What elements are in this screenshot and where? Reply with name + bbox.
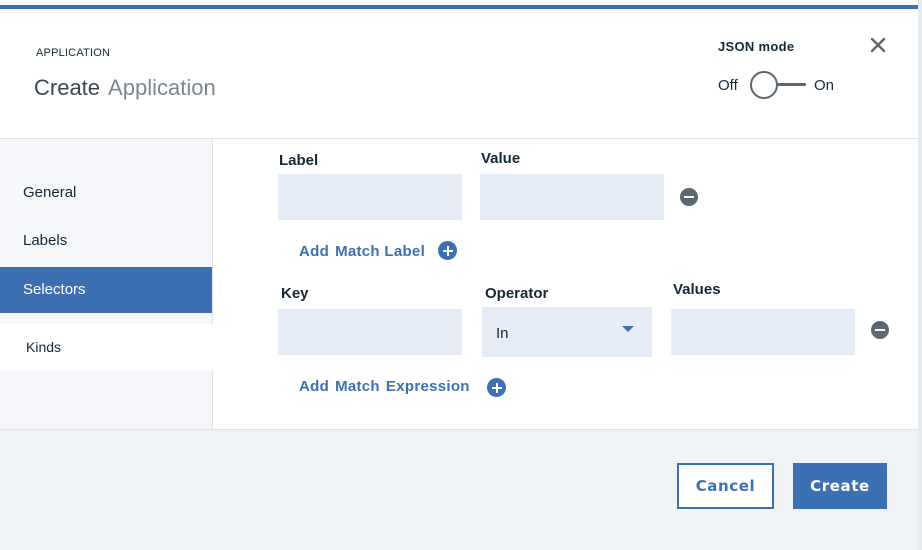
json-mode-label: JSON mode [718,39,795,54]
remove-expression-icon[interactable] [871,321,889,339]
toggle-knob [750,71,778,99]
title-create: Create [34,75,101,100]
sidebar-nav: General Labels Selectors Kinds [0,139,213,429]
remove-label-icon[interactable] [680,188,698,206]
close-icon[interactable] [868,35,888,55]
label-header: Label [279,152,319,169]
toggle-on-label: On [814,77,835,94]
modal-eyebrow: APPLICATION [36,47,111,59]
sidebar-item-general[interactable]: General [0,170,213,216]
chevron-down-icon [622,326,634,332]
match-label-words: Match Label [335,243,426,260]
label-input[interactable] [278,174,462,220]
add-word: Add [299,378,330,395]
key-input[interactable] [278,309,462,355]
values-header: Values [673,281,721,298]
toggle-off-label: Off [718,77,738,94]
operator-header: Operator [485,285,549,302]
modal-footer: Cancel Create [0,429,922,550]
expression-word: Expression [385,378,470,395]
sidebar-item-kinds[interactable]: Kinds [0,324,213,370]
key-header: Key [281,285,309,302]
add-word: Add [299,243,330,260]
selectors-panel: Label Value Add Match Label Key Operator … [214,139,922,429]
values-input[interactable] [671,309,855,355]
operator-value: In [496,325,509,342]
match-word: Match [335,378,380,395]
value-header: Value [481,150,521,167]
create-button[interactable]: Create [793,463,887,509]
add-match-expression-link[interactable]: Add Match Expression [299,378,470,395]
sidebar-item-labels[interactable]: Labels [0,218,213,264]
right-edge-divider [918,0,922,550]
modal-title: Create Application [34,75,216,101]
json-mode-toggle[interactable] [750,71,808,99]
top-accent-bar [0,0,922,9]
cancel-button[interactable]: Cancel [677,463,774,509]
add-match-expression-icon[interactable] [487,378,506,397]
value-input[interactable] [480,174,664,220]
add-match-label-link[interactable]: Add Match Label [299,243,425,260]
title-application: Application [108,75,216,100]
sidebar-item-selectors[interactable]: Selectors [0,267,212,313]
add-match-label-icon[interactable] [438,241,457,260]
modal-header: APPLICATION Create Application JSON mode … [0,9,922,139]
operator-select[interactable]: In [482,307,652,357]
